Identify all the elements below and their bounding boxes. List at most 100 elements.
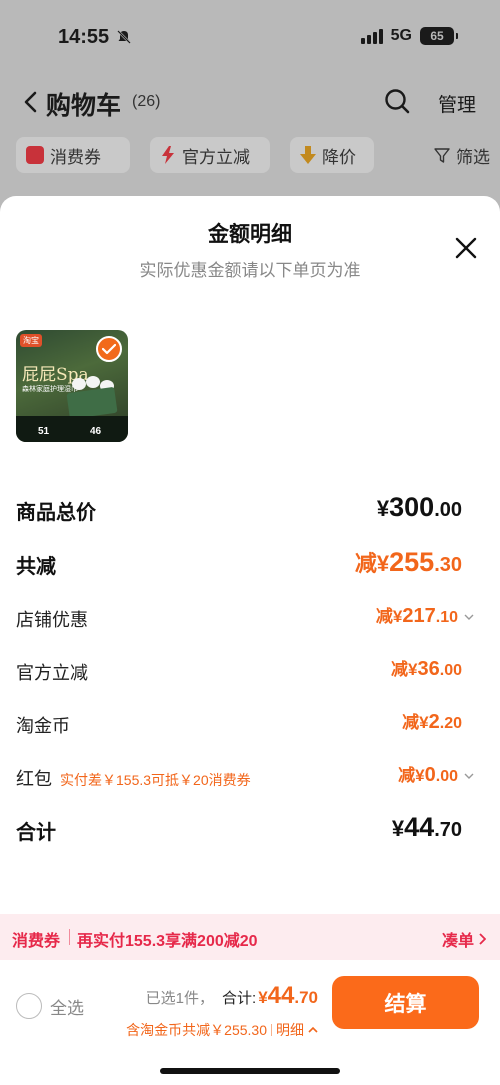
- row-official-discount: 官方立减 减¥ 36 .00: [16, 655, 462, 689]
- chip-coupon[interactable]: 消费券: [16, 137, 130, 173]
- thumb-price-2: 46: [90, 426, 102, 437]
- add-items-label: 凑单: [441, 933, 474, 950]
- row-taojinbi: 淘金币 减¥ 2 .20: [16, 708, 462, 742]
- detail-link[interactable]: 明细: [276, 1020, 304, 1040]
- row-total-discount: 共减 减¥ 255 .30: [16, 546, 462, 580]
- value-int: 217: [402, 605, 436, 627]
- promo-divider: [69, 929, 70, 945]
- red-packet-note: 实付差￥155.3可抵￥20消费券: [60, 772, 251, 788]
- select-all[interactable]: 全选: [16, 993, 84, 1019]
- chip-label: 降价: [322, 147, 356, 167]
- red-packet-label: 红包: [16, 769, 52, 789]
- promo-tag: 消费券: [12, 933, 61, 950]
- thumb-price-1: 51: [38, 426, 50, 437]
- value-int: 0: [424, 764, 436, 786]
- value-prefix: 减¥: [354, 551, 390, 576]
- chevron-right-icon: [479, 933, 486, 945]
- product-thumbnail[interactable]: 淘宝 屁屁Spa 森林家庭护理湿巾 51 46: [16, 330, 128, 442]
- summary-line: 已选1件， 合计: ¥ 44 .70: [146, 982, 318, 1010]
- row-value: ¥ 44 .70: [392, 812, 462, 843]
- arrow-down-icon: [300, 146, 316, 164]
- row-shop-discount[interactable]: 店铺优惠 减¥ 217 .10: [16, 602, 474, 636]
- value-dec: .00: [435, 768, 458, 785]
- status-bar: 14:55 5G 65: [0, 0, 500, 72]
- chip-price-drop[interactable]: 降价: [290, 137, 374, 173]
- value-prefix: ¥: [391, 816, 405, 841]
- lightning-icon: [162, 146, 174, 164]
- page-title: 购物车: [46, 92, 122, 120]
- sheet-title: 金额明细: [208, 223, 292, 246]
- saving-text: 含淘金币共减￥255.30: [126, 1022, 267, 1038]
- chip-official-discount[interactable]: 官方立减: [150, 137, 270, 173]
- filter-chips: 消费券 官方立减 降价 筛选: [16, 137, 500, 173]
- chip-label: 筛选: [456, 147, 490, 167]
- row-label: 共减: [16, 556, 56, 578]
- row-label: 合计: [16, 822, 56, 844]
- select-all-label: 全选: [50, 998, 84, 1018]
- row-value: 减¥ 255 .30: [355, 546, 462, 578]
- total-label: 合计:: [222, 990, 257, 1007]
- value-int: 255: [389, 547, 435, 577]
- row-label: 红包 实付差￥155.3可抵￥20消费券: [16, 765, 251, 791]
- row-value: 减¥ 36 .00: [391, 655, 462, 681]
- close-icon[interactable]: [454, 236, 478, 260]
- filter-icon: [434, 148, 450, 163]
- thumb-brand-badge: 淘宝: [20, 334, 42, 347]
- bell-muted-icon: [117, 30, 131, 44]
- battery-icon: 65: [420, 27, 458, 45]
- search-icon[interactable]: [384, 88, 410, 114]
- row-value: ¥ 300 .00: [377, 492, 462, 523]
- row-total-price: 商品总价 ¥ 300 .00: [16, 492, 462, 526]
- total-dec: .70: [294, 988, 318, 1007]
- total-prefix: ¥: [258, 988, 268, 1007]
- checkout-button[interactable]: 结算: [332, 976, 479, 1029]
- status-indicators: 5G 65: [360, 27, 458, 45]
- saving-divider: [271, 1024, 272, 1036]
- total-amount: ¥ 44 .70: [258, 982, 318, 1010]
- value-dec: .30: [434, 554, 462, 576]
- row-value: 减¥ 2 .20: [402, 708, 462, 734]
- coupon-icon: [26, 146, 44, 164]
- selected-check-icon: [96, 336, 122, 362]
- row-subtotal: 合计 ¥ 44 .70: [16, 812, 462, 846]
- manage-button[interactable]: 管理: [438, 90, 476, 117]
- value-dec: .10: [435, 609, 458, 626]
- thumb-pack-image: [66, 386, 118, 420]
- value-int: 300: [389, 492, 435, 522]
- add-items-link[interactable]: 凑单: [442, 927, 486, 951]
- selected-count: 已选1件，: [145, 990, 215, 1007]
- value-prefix: 减¥: [391, 660, 418, 679]
- row-value: 减¥ 0 .00: [398, 761, 474, 787]
- chip-filter[interactable]: 筛选: [384, 137, 500, 173]
- home-indicator: [160, 1068, 340, 1074]
- amount-detail-sheet: 金额明细 实际优惠金额请以下单页为准 淘宝 屁屁Spa 森林家庭护理湿巾 51 …: [0, 196, 500, 1085]
- thumb-price-strip: [16, 416, 128, 442]
- value-dec: .20: [439, 715, 462, 732]
- network-label: 5G: [390, 27, 412, 44]
- chevron-down-icon[interactable]: [464, 612, 474, 622]
- value-int: 44: [404, 812, 435, 842]
- chevron-up-icon: [308, 1026, 318, 1033]
- row-label: 店铺优惠: [16, 610, 88, 630]
- chip-label: 官方立减: [182, 147, 250, 167]
- value-prefix: 减¥: [375, 607, 403, 626]
- value-prefix: 减¥: [402, 713, 429, 732]
- select-all-radio[interactable]: [16, 993, 42, 1019]
- chevron-down-icon[interactable]: [464, 771, 474, 781]
- coupon-promo-bar[interactable]: 消费券 再实付155.3享满200减20 凑单: [0, 914, 500, 960]
- nav-bar: 购物车 (26) 管理: [0, 80, 500, 124]
- row-value: 减¥ 217 .10: [376, 602, 474, 628]
- status-time: 14:55: [58, 26, 110, 48]
- row-label: 商品总价: [16, 502, 96, 524]
- value-dec: .00: [434, 499, 462, 521]
- cart-count: (26): [132, 93, 161, 110]
- saving-summary[interactable]: 含淘金币共减￥255.30 明细: [126, 1020, 318, 1040]
- value-prefix: ¥: [376, 496, 390, 521]
- sheet-subtitle: 实际优惠金额请以下单页为准: [139, 261, 361, 280]
- row-label: 官方立减: [16, 663, 88, 683]
- chip-label: 消费券: [50, 147, 101, 167]
- back-chevron-icon[interactable]: [22, 90, 40, 114]
- total-int: 44: [267, 982, 295, 1009]
- row-red-packet[interactable]: 红包 实付差￥155.3可抵￥20消费券 减¥ 0 .00: [16, 761, 474, 795]
- value-dec: .70: [434, 819, 462, 841]
